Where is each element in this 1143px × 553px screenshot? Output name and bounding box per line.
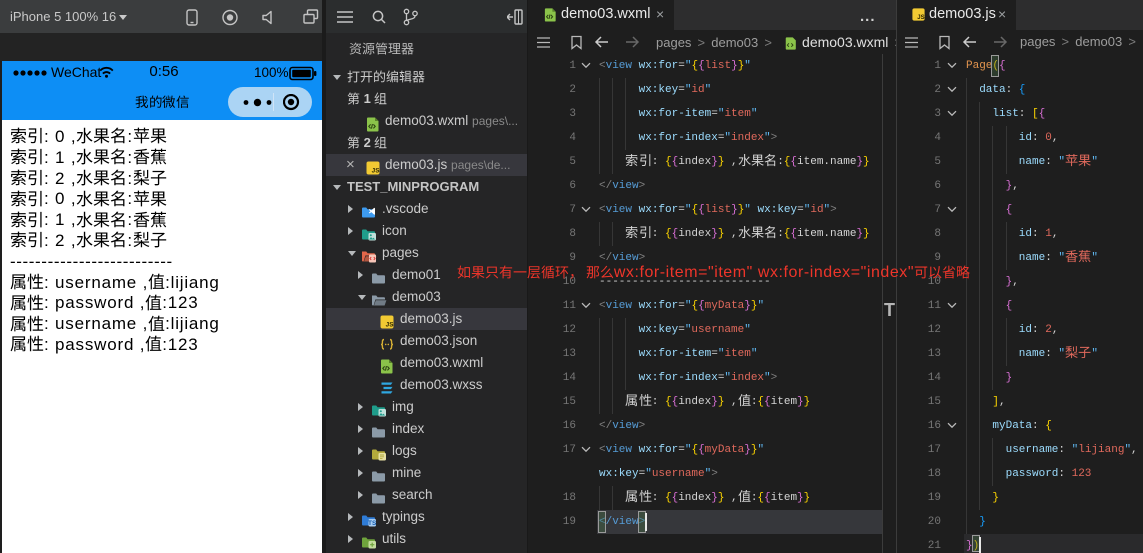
svg-text:JS: JS [917,15,924,21]
svg-text:TS: TS [368,520,377,527]
svg-text:JS: JS [372,168,381,175]
svg-text:JS: JS [386,322,395,329]
